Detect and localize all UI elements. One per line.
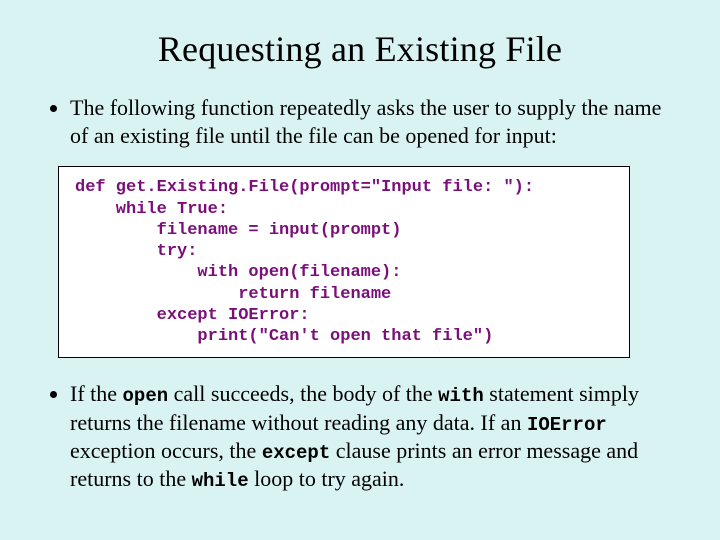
bullet-2: If the open call succeeds, the body of t… bbox=[70, 380, 672, 493]
slide: Requesting an Existing File The followin… bbox=[0, 0, 720, 540]
b2-code-with: with bbox=[438, 385, 484, 407]
code-box: def get.Existing.File(prompt="Input file… bbox=[58, 166, 630, 358]
b2-text-4: exception occurs, the bbox=[70, 438, 262, 463]
b2-text-2: call succeeds, the body of the bbox=[168, 381, 438, 406]
bullet-list: The following function repeatedly asks t… bbox=[48, 94, 672, 150]
b2-text-1: If the bbox=[70, 381, 123, 406]
bullet-1: The following function repeatedly asks t… bbox=[70, 94, 672, 150]
b2-code-open: open bbox=[123, 385, 169, 407]
b2-code-except: except bbox=[262, 442, 330, 464]
b2-code-while: while bbox=[192, 470, 249, 492]
bullet-list-2: If the open call succeeds, the body of t… bbox=[48, 380, 672, 493]
b2-text-6: loop to try again. bbox=[249, 466, 405, 491]
slide-title: Requesting an Existing File bbox=[48, 28, 672, 70]
b2-code-ioerror: IOError bbox=[527, 414, 607, 436]
code-block: def get.Existing.File(prompt="Input file… bbox=[75, 177, 613, 347]
